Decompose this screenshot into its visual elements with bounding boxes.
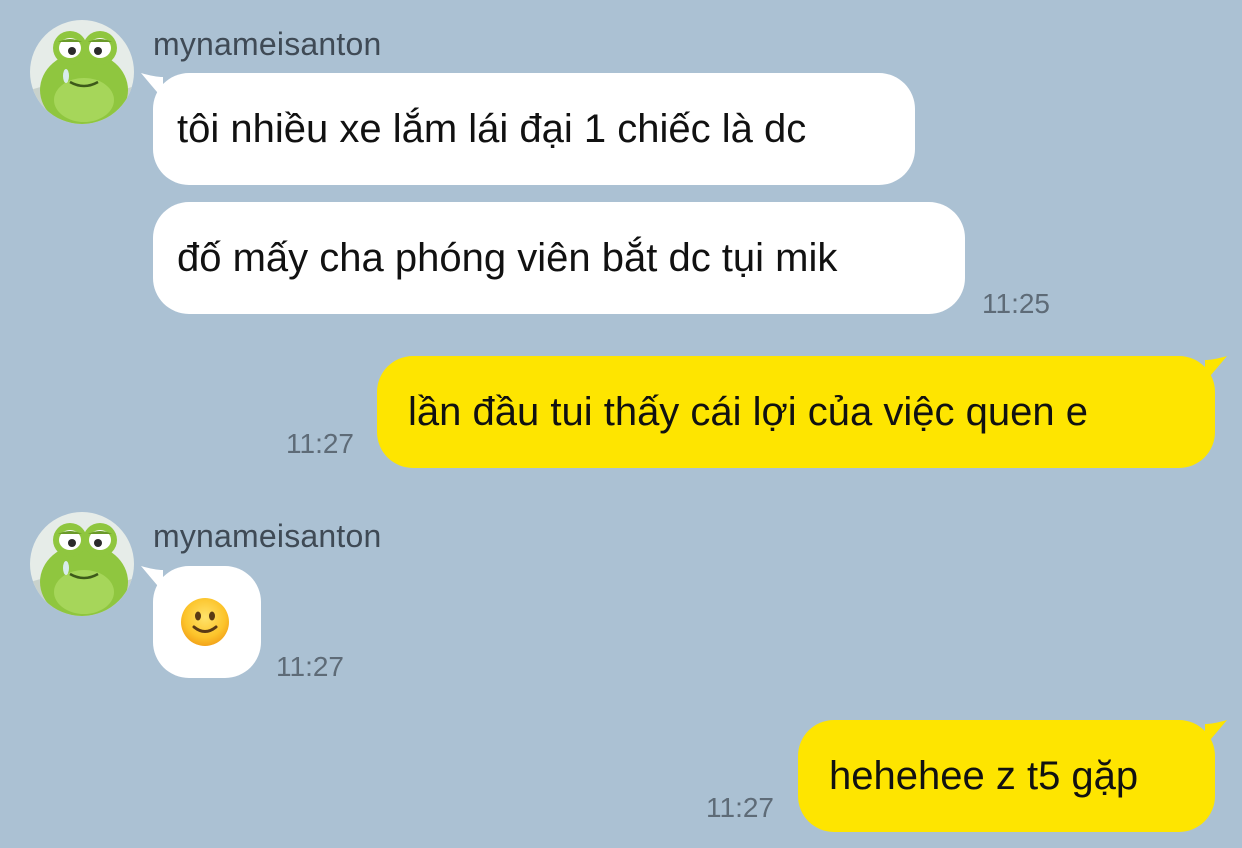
bubble-tail	[1205, 720, 1227, 746]
sender-name: mynameisanton	[153, 26, 382, 62]
bubble-tail	[1205, 356, 1227, 382]
message-timestamp: 11:27	[286, 428, 354, 459]
incoming-message-bubble[interactable]: tôi nhiều xe lắm lái đại 1 chiếc là dc	[141, 73, 915, 185]
incoming-message-bubble[interactable]: đố mấy cha phóng viên bắt dc tụi mik	[153, 202, 965, 314]
message-text: tôi nhiều xe lắm lái đại 1 chiếc là dc	[177, 106, 807, 151]
slightly-smiling-face-icon	[181, 598, 229, 646]
outgoing-message-bubble[interactable]: lần đầu tui thấy cái lợi của việc quen e	[377, 356, 1227, 468]
message-timestamp: 11:27	[276, 651, 344, 682]
outgoing-message-bubble[interactable]: hehehee z t5 gặp	[798, 720, 1227, 832]
message-timestamp: 11:27	[706, 792, 774, 823]
avatar[interactable]	[30, 512, 134, 616]
message-timestamp: 11:25	[982, 288, 1050, 319]
message-text: hehehee z t5 gặp	[829, 753, 1139, 798]
bubble-tail	[141, 566, 163, 592]
incoming-emoji-bubble[interactable]	[141, 566, 261, 678]
sender-name: mynameisanton	[153, 518, 382, 554]
avatar[interactable]	[30, 20, 134, 124]
bubble-tail	[141, 73, 163, 99]
message-text: đố mấy cha phóng viên bắt dc tụi mik	[177, 235, 838, 280]
message-text: lần đầu tui thấy cái lợi của việc quen e	[408, 389, 1088, 434]
